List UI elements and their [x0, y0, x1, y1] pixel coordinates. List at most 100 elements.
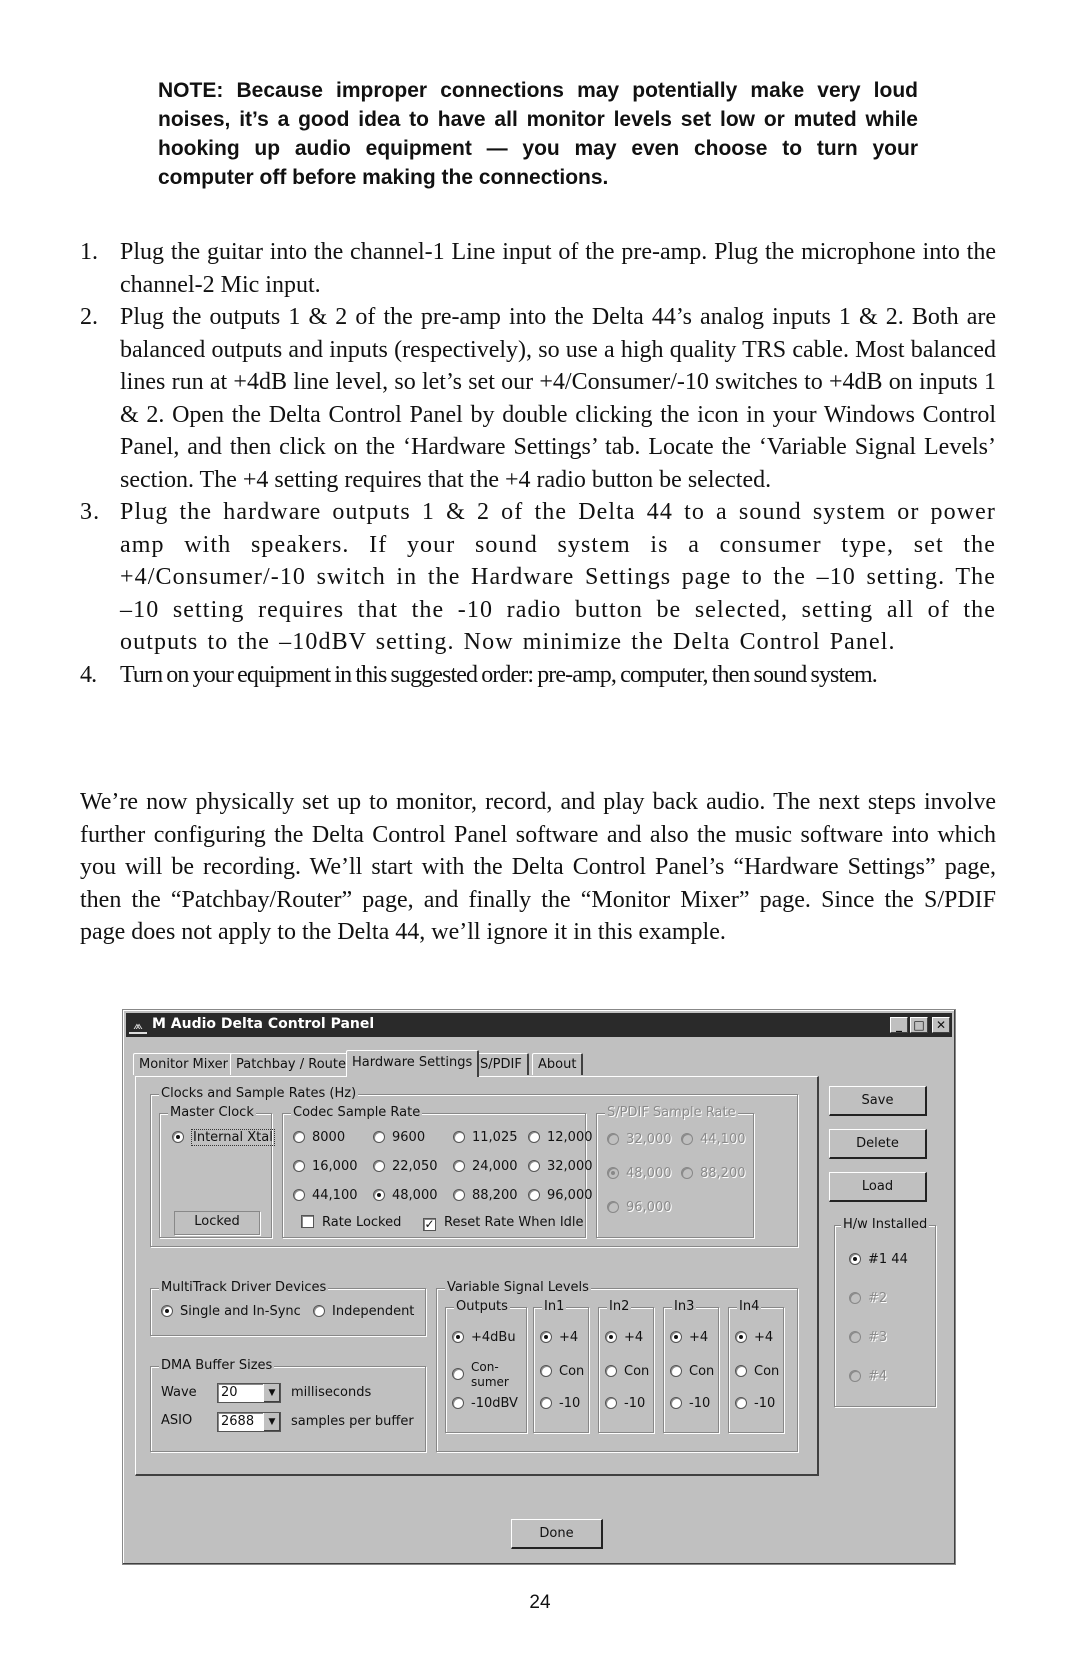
checkbox-unchecked-icon [301, 1215, 314, 1228]
in4-plus4-radio[interactable]: +4 [735, 1330, 773, 1346]
page-number: 24 [529, 1592, 551, 1613]
done-button[interactable]: Done [511, 1519, 603, 1549]
tab-about[interactable]: About [532, 1053, 584, 1075]
group-label: In1 [542, 1299, 567, 1315]
close-button[interactable]: ✕ [932, 1017, 950, 1033]
asio-buffer-select[interactable]: 2688 ▼ [217, 1412, 281, 1432]
single-in-sync-radio[interactable]: Single and In-Sync [161, 1304, 301, 1320]
group-label: H/w Installed [841, 1217, 930, 1233]
save-button[interactable]: Save [829, 1086, 927, 1116]
spdif-rate-radio[interactable]: 44,100 [681, 1132, 746, 1148]
step-number: 4. [80, 661, 97, 688]
minimize-button[interactable]: _ [890, 1017, 908, 1033]
codec-rate-radio[interactable]: 8000 [293, 1130, 345, 1146]
radio-selected-icon [161, 1305, 173, 1317]
in4-con-radio[interactable]: Con [735, 1364, 779, 1380]
spdif-rate-radio[interactable]: 32,000 [607, 1132, 672, 1148]
radio-icon [528, 1131, 540, 1143]
codec-rate-radio[interactable]: 22,050 [373, 1159, 438, 1175]
in1-con-radio[interactable]: Con [540, 1364, 584, 1380]
step-text: Turn on your equipment in this suggested… [120, 661, 878, 688]
step-item: 2. Plug the outputs 1 & 2 of the pre-amp … [80, 301, 996, 496]
radio-icon [293, 1160, 305, 1172]
group-label: Outputs [454, 1299, 510, 1315]
group-label: MultiTrack Driver Devices [159, 1280, 329, 1296]
tab-patchbay-router[interactable]: Patchbay / Router [230, 1053, 359, 1075]
codec-rate-radio[interactable]: 9600 [373, 1130, 425, 1146]
codec-rate-radio[interactable]: 32,000 [528, 1159, 593, 1175]
outputs-plus4-radio[interactable]: +4dBu [452, 1330, 516, 1346]
maximize-button[interactable]: □ [910, 1017, 928, 1033]
radio-selected-icon [849, 1253, 861, 1265]
in2-plus4-radio[interactable]: +4 [605, 1330, 643, 1346]
delta-control-panel-window: ⩕ M Audio Delta Control Panel _ □ ✕ Moni… [122, 1009, 956, 1565]
radio-icon [453, 1160, 465, 1172]
radio-icon [528, 1189, 540, 1201]
codec-rate-radio[interactable]: 24,000 [453, 1159, 518, 1175]
step-number: 3. [80, 499, 101, 525]
in2-con-radio[interactable]: Con [605, 1364, 649, 1380]
codec-rate-radio[interactable]: 11,025 [453, 1130, 518, 1146]
codec-rate-radio-selected[interactable]: 48,000 [373, 1188, 438, 1204]
in1-minus10-radio[interactable]: -10 [540, 1396, 580, 1412]
radio-icon [452, 1368, 464, 1380]
tab-hardware-settings[interactable]: Hardware Settings [346, 1050, 480, 1077]
hw-card-4-radio[interactable]: #4 [849, 1369, 887, 1385]
spdif-rate-radio-selected[interactable]: 48,000 [607, 1166, 672, 1182]
reset-rate-checkbox[interactable]: ✓ Reset Rate When Idle [423, 1215, 584, 1231]
codec-rate-radio[interactable]: 12,000 [528, 1130, 593, 1146]
independent-radio[interactable]: Independent [313, 1304, 414, 1320]
wave-buffer-select[interactable]: 20 ▼ [217, 1383, 281, 1403]
hw-card-3-radio[interactable]: #3 [849, 1330, 887, 1346]
wave-unit-label: milliseconds [291, 1385, 372, 1400]
radio-selected-icon [373, 1189, 385, 1201]
in4-minus10-radio[interactable]: -10 [735, 1396, 775, 1412]
in3-con-radio[interactable]: Con [670, 1364, 714, 1380]
spdif-rate-radio[interactable]: 88,200 [681, 1166, 746, 1182]
codec-rate-radio[interactable]: 88,200 [453, 1188, 518, 1204]
spdif-sample-rate-group: S/PDIF Sample Rate 32,000 44,100 48,000 … [596, 1105, 754, 1238]
group-label: In4 [737, 1299, 762, 1315]
dropdown-arrow-icon: ▼ [263, 1413, 280, 1431]
in2-level-group: In2 +4 Con -10 [598, 1299, 654, 1433]
hw-card-2-radio[interactable]: #2 [849, 1291, 887, 1307]
in3-level-group: In3 +4 Con -10 [663, 1299, 719, 1433]
rate-locked-checkbox[interactable]: Rate Locked [301, 1215, 401, 1231]
radio-selected-icon [607, 1167, 619, 1179]
hw-card-1-radio[interactable]: #1 44 [849, 1252, 908, 1268]
step-number: 1. [80, 239, 98, 265]
wave-label: Wave [161, 1385, 197, 1400]
radio-icon [735, 1365, 747, 1377]
title-bar[interactable]: ⩕ M Audio Delta Control Panel _ □ ✕ [126, 1013, 952, 1037]
codec-rate-radio[interactable]: 16,000 [293, 1159, 358, 1175]
in3-plus4-radio[interactable]: +4 [670, 1330, 708, 1346]
codec-rate-radio[interactable]: 44,100 [293, 1188, 358, 1204]
load-button[interactable]: Load [829, 1172, 927, 1202]
tab-spdif[interactable]: S/PDIF [474, 1053, 529, 1075]
setup-steps: 1. Plug the guitar into the channel-1 Lin… [80, 236, 996, 691]
radio-icon [849, 1331, 861, 1343]
codec-sample-rate-group: Codec Sample Rate 8000 9600 11,025 12,00… [282, 1105, 593, 1238]
intro-paragraph: We’re now physically set up to monitor, … [80, 789, 996, 945]
outputs-minus10-radio[interactable]: -10dBV [452, 1396, 518, 1412]
group-label: Master Clock [168, 1105, 256, 1121]
radio-icon [681, 1167, 693, 1179]
delete-button[interactable]: Delete [829, 1129, 927, 1159]
group-label: DMA Buffer Sizes [159, 1358, 275, 1374]
asio-unit-label: samples per buffer [291, 1414, 414, 1429]
in1-plus4-radio[interactable]: +4 [540, 1330, 578, 1346]
dropdown-arrow-icon: ▼ [263, 1384, 280, 1402]
in2-minus10-radio[interactable]: -10 [605, 1396, 645, 1412]
outputs-consumer-radio[interactable]: Con- sumer [452, 1360, 509, 1391]
in3-minus10-radio[interactable]: -10 [670, 1396, 710, 1412]
radio-icon [293, 1131, 305, 1143]
master-clock-internal-radio[interactable]: Internal Xtal [172, 1129, 275, 1146]
radio-icon [605, 1397, 617, 1409]
group-label: Codec Sample Rate [291, 1105, 423, 1121]
radio-icon [605, 1365, 617, 1377]
group-label: In2 [607, 1299, 632, 1315]
hw-installed-group: H/w Installed #1 44 #2 #3 #4 [834, 1217, 936, 1407]
spdif-rate-radio[interactable]: 96,000 [607, 1200, 672, 1216]
tab-monitor-mixer[interactable]: Monitor Mixer [133, 1053, 236, 1075]
codec-rate-radio[interactable]: 96,000 [528, 1188, 593, 1204]
